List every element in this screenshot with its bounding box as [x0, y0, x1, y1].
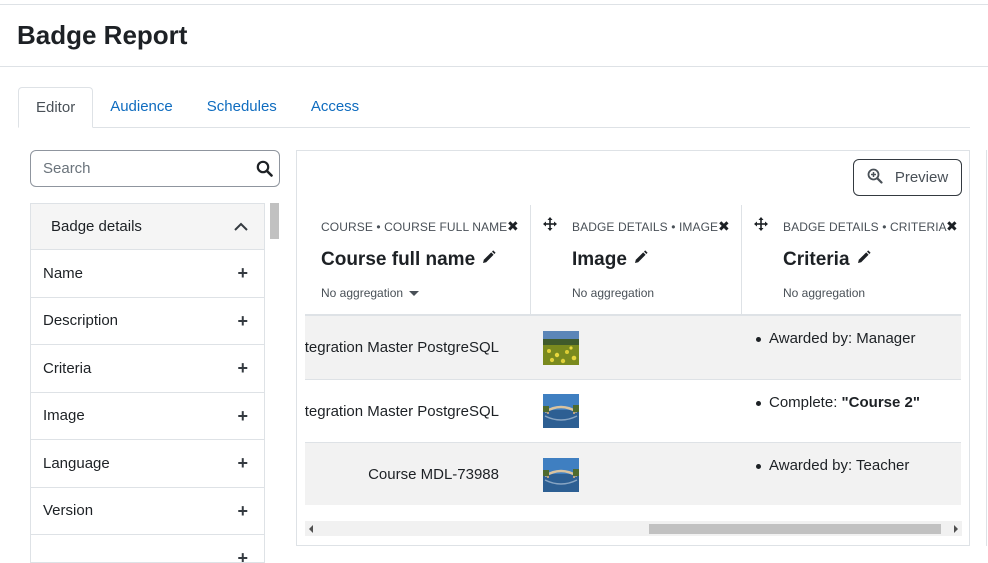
column-title: Image [572, 249, 648, 271]
sidebar-item-criteria[interactable]: Criteria + [31, 345, 264, 393]
tab-editor[interactable]: Editor [18, 87, 94, 128]
column-title: Criteria [783, 249, 871, 271]
plus-icon: + [237, 358, 248, 379]
sidebar-panel: Badge details Name + Description + Crite… [30, 203, 265, 563]
image-cell [531, 443, 742, 505]
report-table: COURSE • COURSE FULL NAME ✖ Course full … [305, 205, 961, 505]
criteria-prefix: Awarded by: [769, 330, 857, 347]
badge-image-thumbnail [543, 457, 579, 492]
sidebar-section-title: Badge details [51, 218, 142, 235]
zoom-in-icon [867, 168, 883, 188]
preview-button[interactable]: Preview [853, 159, 962, 196]
search-input[interactable] [43, 153, 249, 184]
scrollbar-thumb[interactable] [649, 524, 941, 534]
criteria-value: Teacher [856, 457, 910, 474]
plus-icon: + [237, 263, 248, 284]
column-title: Course full name [321, 249, 496, 271]
badge-image-thumbnail [543, 394, 579, 428]
table-header: COURSE • COURSE FULL NAME ✖ Course full … [305, 205, 961, 316]
sidebar-item-description[interactable]: Description + [31, 298, 264, 345]
plus-icon: + [237, 500, 248, 521]
image-cell [531, 316, 742, 379]
column-header-criteria: BADGE DETAILS • CRITERIA ✖ Criteria No a… [742, 205, 961, 316]
sidebar-item-label: Criteria [43, 359, 92, 377]
scroll-left-icon[interactable] [309, 525, 313, 533]
plus-icon: + [237, 405, 248, 426]
tabs-divider [18, 127, 970, 128]
horizontal-scrollbar[interactable] [305, 521, 962, 536]
sidebar-item-label: Language [43, 454, 110, 472]
criteria-cell: Complete: "Course 2" [742, 380, 961, 443]
badge-image-thumbnail [543, 330, 579, 365]
criteria-cell: Awarded by: Teacher [742, 443, 961, 505]
course-name-cell: Course MDL-73988 [368, 466, 499, 483]
pencil-icon[interactable] [481, 249, 496, 271]
scroll-right-icon[interactable] [954, 525, 958, 533]
top-border [0, 0, 988, 5]
column-title-text: Course full name [321, 249, 476, 270]
close-icon[interactable]: ✖ [946, 218, 958, 235]
sidebar-item-label: Version [43, 502, 94, 520]
column-crumb: COURSE • COURSE FULL NAME [321, 220, 508, 234]
criteria-value: "Course 2" [841, 393, 920, 411]
plus-icon: + [237, 453, 248, 474]
criteria-cell: Awarded by: Manager [742, 316, 961, 379]
caret-down-icon [409, 290, 420, 296]
aggregation-label: No aggregation [572, 286, 655, 300]
tab-audience[interactable]: Audience [93, 87, 190, 128]
table-row: Integration Master PostgreSQL Complete: … [305, 380, 961, 443]
move-icon[interactable] [754, 217, 768, 236]
sidebar-item-version[interactable]: Version + [31, 488, 264, 535]
sidebar-item-image[interactable]: Image + [31, 393, 264, 440]
column-header-image: BADGE DETAILS • IMAGE ✖ Image No aggrega… [531, 205, 742, 316]
sidebar-item-label: Name [43, 264, 84, 282]
column-title-text: Image [572, 249, 627, 270]
tab-schedules[interactable]: Schedules [190, 87, 294, 128]
tab-bar: Editor Audience Schedules Access [18, 87, 376, 128]
plus-icon: + [237, 310, 248, 331]
sidebar-section-badge-details[interactable]: Badge details [31, 204, 264, 250]
aggregation-label: No aggregation [783, 286, 866, 300]
aggregation-dropdown[interactable]: No aggregation [321, 286, 420, 300]
column-header-course-full-name: COURSE • COURSE FULL NAME ✖ Course full … [305, 205, 531, 316]
search-box [30, 150, 280, 187]
pencil-icon[interactable] [856, 249, 871, 271]
chevron-up-icon [234, 218, 248, 235]
image-cell [531, 380, 742, 443]
tab-access[interactable]: Access [294, 87, 376, 128]
aggregation-label: No aggregation [321, 286, 404, 300]
sidebar-item-name[interactable]: Name + [31, 250, 264, 298]
sidebar-item-label: Description [43, 312, 119, 330]
table-row: Course MDL-73988 Awarded by: Teacher [305, 443, 961, 505]
column-crumb: BADGE DETAILS • CRITERIA [783, 220, 947, 234]
report-panel: Preview COURSE • COURSE FULL NAME ✖ Cour… [296, 150, 970, 546]
column-title-text: Criteria [783, 249, 850, 270]
criteria-value: Manager [856, 330, 916, 347]
close-icon[interactable]: ✖ [507, 218, 519, 235]
pencil-icon[interactable] [633, 249, 648, 271]
course-name-cell: Integration Master PostgreSQL [305, 402, 499, 420]
sidebar-scrollbar[interactable] [270, 203, 279, 239]
table-row: Integration Master PostgreSQL Awarded by… [305, 316, 961, 380]
course-name-cell: Integration Master PostgreSQL [305, 339, 499, 356]
criteria-prefix: Complete: [769, 393, 842, 411]
column-crumb: BADGE DETAILS • IMAGE [572, 220, 719, 234]
sidebar-item-language[interactable]: Language + [31, 440, 264, 488]
search-icon[interactable] [249, 154, 279, 184]
header-divider [0, 66, 988, 67]
sidebar-item-partial[interactable]: + [31, 535, 264, 563]
page-title: Badge Report [17, 20, 188, 50]
plus-icon: + [237, 548, 248, 563]
move-icon[interactable] [543, 217, 557, 236]
sidebar-item-label: Image [43, 407, 85, 425]
close-icon[interactable]: ✖ [718, 218, 730, 235]
preview-label: Preview [894, 169, 949, 186]
criteria-prefix: Awarded by: [769, 457, 857, 474]
